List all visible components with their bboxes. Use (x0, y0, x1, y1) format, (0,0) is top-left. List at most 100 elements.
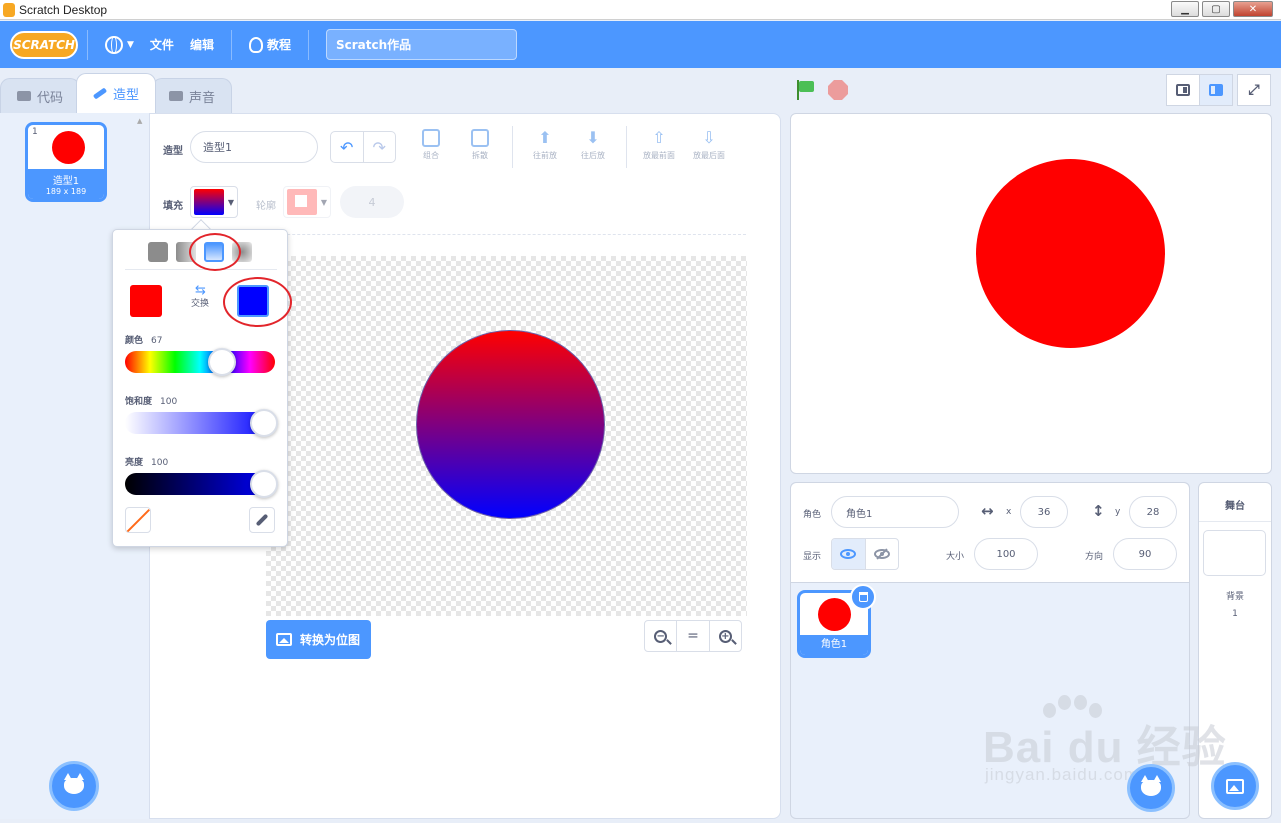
group-button[interactable]: 组合 (407, 129, 455, 169)
annotation-circle (223, 277, 292, 327)
fill-label: 填充 (163, 201, 183, 212)
zoom-out-button[interactable]: − (645, 621, 676, 651)
gradient-circle-shape[interactable] (416, 330, 605, 519)
eye-icon (840, 549, 857, 559)
y-label: y (1115, 507, 1121, 517)
gradient-color-1[interactable] (130, 285, 162, 317)
tutorials-label: 教程 (266, 38, 291, 52)
project-title-input[interactable]: Scratch作品 (325, 29, 517, 60)
small-stage-icon (1176, 84, 1190, 96)
forward-label: 往前放 (533, 151, 557, 160)
menu-divider (307, 29, 309, 60)
back-button[interactable]: ⇩ 放最后面 (685, 129, 733, 169)
speaker-icon (169, 91, 184, 101)
front-button[interactable]: ⇧ 放最前面 (635, 129, 683, 169)
x-position-input[interactable]: 36 (1020, 496, 1068, 528)
fill-color-button[interactable]: ▼ (190, 186, 238, 218)
brightness-slider-handle[interactable] (250, 470, 278, 498)
ungroup-button[interactable]: 拆散 (456, 129, 504, 169)
delete-sprite-button[interactable] (850, 584, 876, 610)
show-sprite-button[interactable] (832, 539, 865, 569)
direction-input[interactable]: 90 (1113, 538, 1177, 570)
popup-divider (125, 269, 277, 270)
tab-code[interactable]: 代码 (0, 78, 81, 113)
forward-button[interactable]: ⬆ 往前放 (521, 129, 569, 169)
swap-colors-button[interactable]: ⇆ 交换 (187, 283, 213, 309)
scroll-up-arrow-icon[interactable]: ▲ (137, 117, 142, 125)
hide-sprite-button[interactable] (864, 539, 899, 569)
undo-button[interactable]: ↶ (331, 132, 363, 162)
zoom-in-icon: + (718, 629, 732, 643)
edit-menu[interactable]: 编辑 (182, 21, 222, 68)
green-flag-icon[interactable] (796, 80, 816, 100)
cat-icon (1141, 775, 1161, 796)
size-input[interactable]: 100 (974, 538, 1038, 570)
convert-to-bitmap-button[interactable]: 转换为位图 (266, 620, 371, 659)
maximize-button[interactable]: ▢ (1202, 1, 1230, 17)
outline-color-button[interactable]: ▼ (283, 186, 331, 218)
outline-label: 轮廓 (256, 201, 276, 212)
fullscreen-button[interactable]: ⤢ (1237, 74, 1271, 106)
sprite-name-input[interactable]: 角色1 (831, 496, 959, 528)
eyedropper-button[interactable] (249, 507, 275, 533)
tab-costumes[interactable]: 造型 (76, 73, 157, 113)
choose-backdrop-button[interactable] (1211, 762, 1259, 810)
globe-icon (105, 35, 123, 54)
scratch-logo[interactable]: SCRATCH (10, 30, 78, 59)
hue-slider-handle[interactable] (207, 348, 236, 376)
arrow-up-icon: ⬆ (538, 128, 552, 147)
zoom-out-icon: − (654, 629, 668, 643)
no-color-button[interactable] (125, 507, 151, 533)
scratch-app-icon (3, 2, 15, 17)
back-label: 放最后面 (693, 151, 725, 160)
fullscreen-icon: ⤢ (1248, 82, 1260, 98)
saturation-slider-handle[interactable] (250, 409, 278, 437)
ungroup-icon (471, 129, 489, 147)
normal-stage-icon (1209, 84, 1223, 96)
swap-label: 交换 (190, 299, 209, 309)
y-position-input[interactable]: 28 (1129, 496, 1177, 528)
toolbar-divider (512, 126, 513, 168)
costume-name-label: 造型 (163, 146, 183, 157)
choose-costume-button[interactable] (49, 761, 99, 811)
outline-width-input[interactable]: 4 (340, 186, 404, 218)
language-menu[interactable]: ▼ (97, 21, 142, 68)
chevron-down-icon: ▼ (127, 39, 134, 50)
zoom-in-button[interactable]: + (708, 621, 741, 651)
backdrop-count: 1 (1232, 609, 1238, 619)
backdrop-image-icon (1226, 778, 1244, 794)
costume-item[interactable]: 1 造型1 189 x 189 (25, 122, 107, 202)
solid-fill-mode[interactable] (148, 242, 168, 262)
visibility-toggle (831, 538, 899, 570)
menu-divider (87, 29, 88, 60)
hue-slider[interactable] (125, 351, 275, 373)
chevron-down-icon: ▼ (227, 197, 234, 207)
tab-sounds[interactable]: 声音 (152, 78, 233, 113)
saturation-value: 100 (160, 397, 178, 407)
sprite-thumbnail (818, 598, 851, 631)
small-stage-button[interactable] (1166, 74, 1200, 106)
eyedropper-icon (255, 513, 269, 527)
tutorials-menu[interactable]: 教程 (241, 21, 299, 68)
window-title: Scratch Desktop (19, 2, 108, 17)
backward-button[interactable]: ⬇ 往后放 (569, 129, 617, 169)
file-menu[interactable]: 文件 (142, 21, 182, 68)
redo-button[interactable]: ↷ (362, 132, 396, 162)
costume-name: 造型1 (52, 176, 80, 187)
sprite-item-name: 角色1 (800, 635, 868, 655)
close-button[interactable]: ✕ (1233, 1, 1273, 17)
costume-name-input[interactable]: 造型1 (190, 131, 318, 163)
stop-icon[interactable] (828, 80, 848, 100)
normal-stage-button[interactable] (1199, 74, 1233, 106)
watermark-url: jingyan.baidu.com (985, 765, 1140, 784)
zoom-reset-button[interactable]: = (676, 621, 708, 651)
hue-value: 67 (151, 336, 163, 346)
backdrop-thumbnail[interactable] (1203, 530, 1266, 576)
stage-sprite[interactable] (976, 159, 1165, 348)
swap-icon: ⇆ (195, 283, 206, 298)
brightness-value: 100 (151, 458, 169, 468)
zoom-controls: − = + (644, 620, 742, 652)
minimize-button[interactable]: ▁ (1171, 1, 1199, 17)
backward-label: 往后放 (581, 151, 605, 160)
choose-sprite-button[interactable] (1127, 764, 1175, 812)
